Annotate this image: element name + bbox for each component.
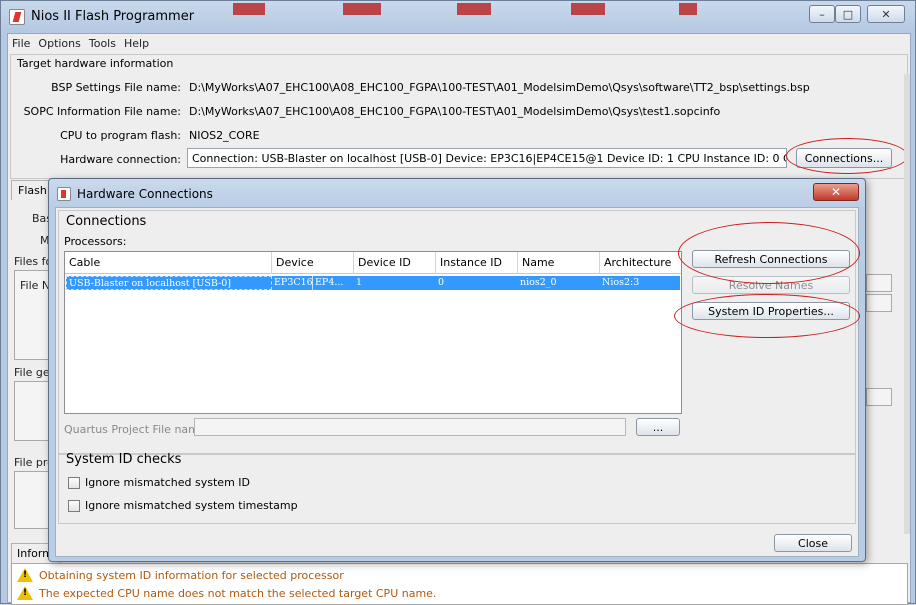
minimize-icon: – <box>819 7 825 21</box>
column-header-cable[interactable]: Cable <box>65 252 272 274</box>
minimize-button[interactable]: – <box>809 5 835 23</box>
window-title: Nios II Flash Programmer <box>31 9 195 24</box>
log-message: The expected CPU name does not match the… <box>17 586 436 600</box>
scrollbar[interactable] <box>904 74 910 534</box>
cpu-value: NIOS2_CORE <box>189 129 260 142</box>
system-id-checks-label: System ID checks <box>66 452 182 467</box>
connections-label: Connections <box>66 214 147 229</box>
close-button[interactable]: Close <box>774 534 852 552</box>
background-taskbar-fragment <box>343 3 381 15</box>
checkbox-icon <box>68 499 80 512</box>
close-window-button[interactable]: ✕ <box>867 5 905 23</box>
hardware-connections-dialog: Hardware Connections ✕ Connections Proce… <box>48 178 866 562</box>
cell-cable: USB-Blaster on localhost [USB-0] <box>66 276 272 290</box>
bsp-file-label: BSP Settings File name: <box>51 81 181 94</box>
column-header-instance-id[interactable]: Instance ID <box>436 252 518 274</box>
ignore-system-id-label: Ignore mismatched system ID <box>85 476 250 489</box>
background-field <box>866 388 892 406</box>
column-header-architecture[interactable]: Architecture <box>600 252 681 274</box>
background-field <box>866 274 892 292</box>
hardware-connection-label: Hardware connection: <box>60 153 181 166</box>
resolve-names-button[interactable]: Resolve Names <box>692 276 850 294</box>
quartus-project-label: Quartus Project File name: <box>64 423 210 436</box>
table-row[interactable]: USB-Blaster on localhost [USB-0] EP3C16 … <box>66 276 680 290</box>
sopc-file-value: D:\MyWorks\A07_EHC100\A08_EHC100_FGPA\10… <box>189 105 721 118</box>
menu-file[interactable]: File <box>12 37 30 50</box>
background-field <box>866 294 892 312</box>
quartus-project-field[interactable] <box>194 418 626 436</box>
warning-icon <box>17 586 33 600</box>
column-header-device[interactable]: Device <box>272 252 354 274</box>
connections-button[interactable]: Connections... <box>796 148 892 168</box>
background-taskbar-fragment <box>457 3 491 15</box>
cell-architecture: Nios2:3 <box>602 277 640 288</box>
processors-label: Processors: <box>64 235 127 248</box>
menu-tools[interactable]: Tools <box>89 37 116 50</box>
close-icon: ✕ <box>830 185 842 199</box>
dialog-close-button[interactable]: ✕ <box>813 183 859 201</box>
log-message-text: The expected CPU name does not match the… <box>39 586 437 600</box>
sopc-file-label: SOPC Information File name: <box>23 105 181 118</box>
ignore-system-id-checkbox[interactable]: Ignore mismatched system ID <box>68 476 250 489</box>
dialog-title: Hardware Connections <box>77 187 213 201</box>
information-log: Obtaining system ID information for sele… <box>11 563 908 605</box>
menu-help[interactable]: Help <box>124 37 149 50</box>
maximize-icon: □ <box>842 7 854 21</box>
background-taskbar-fragment <box>233 3 265 15</box>
menu-bar: File Options Tools Help <box>8 34 910 52</box>
table-header: Cable Device Device ID Instance ID Name … <box>65 252 681 274</box>
hardware-connection-field[interactable]: Connection: USB-Blaster on localhost [US… <box>187 148 787 168</box>
background-taskbar-fragment <box>679 3 697 15</box>
warning-icon <box>17 568 33 582</box>
cpu-label: CPU to program flash: <box>60 129 181 142</box>
dialog-app-icon <box>57 187 71 201</box>
column-header-name[interactable]: Name <box>518 252 600 274</box>
cell-device-extra: EP4... <box>315 277 344 288</box>
cell-device-id: 1 <box>356 277 363 288</box>
browse-button[interactable]: ... <box>636 418 680 436</box>
log-message: Obtaining system ID information for sele… <box>17 568 344 582</box>
cell-name: nios2_0 <box>520 277 557 288</box>
title-bar[interactable]: Nios II Flash Programmer – □ ✕ <box>1 1 915 33</box>
target-hardware-label: Target hardware information <box>17 57 174 70</box>
column-header-device-id[interactable]: Device ID <box>354 252 436 274</box>
app-icon <box>9 9 25 25</box>
menu-options[interactable]: Options <box>38 37 80 50</box>
dialog-client-area: Connections Processors: Cable Device Dev… <box>55 207 860 557</box>
background-taskbar-fragment <box>571 3 605 15</box>
log-message-text: Obtaining system ID information for sele… <box>39 568 344 582</box>
maximize-button[interactable]: □ <box>835 5 861 23</box>
refresh-connections-button[interactable]: Refresh Connections <box>692 250 850 268</box>
checkbox-icon <box>68 476 80 489</box>
background-label-fragment: Files fo <box>14 255 53 268</box>
cell-instance-id: 0 <box>438 277 445 288</box>
bsp-file-value: D:\MyWorks\A07_EHC100\A08_EHC100_FGPA\10… <box>189 81 810 94</box>
close-icon: ✕ <box>881 7 891 21</box>
ignore-timestamp-label: Ignore mismatched system timestamp <box>85 499 298 512</box>
processors-table[interactable]: Cable Device Device ID Instance ID Name … <box>64 251 682 414</box>
system-id-properties-button[interactable]: System ID Properties... <box>692 302 850 320</box>
cell-device: EP3C16 <box>274 276 313 290</box>
ignore-timestamp-checkbox[interactable]: Ignore mismatched system timestamp <box>68 499 298 512</box>
